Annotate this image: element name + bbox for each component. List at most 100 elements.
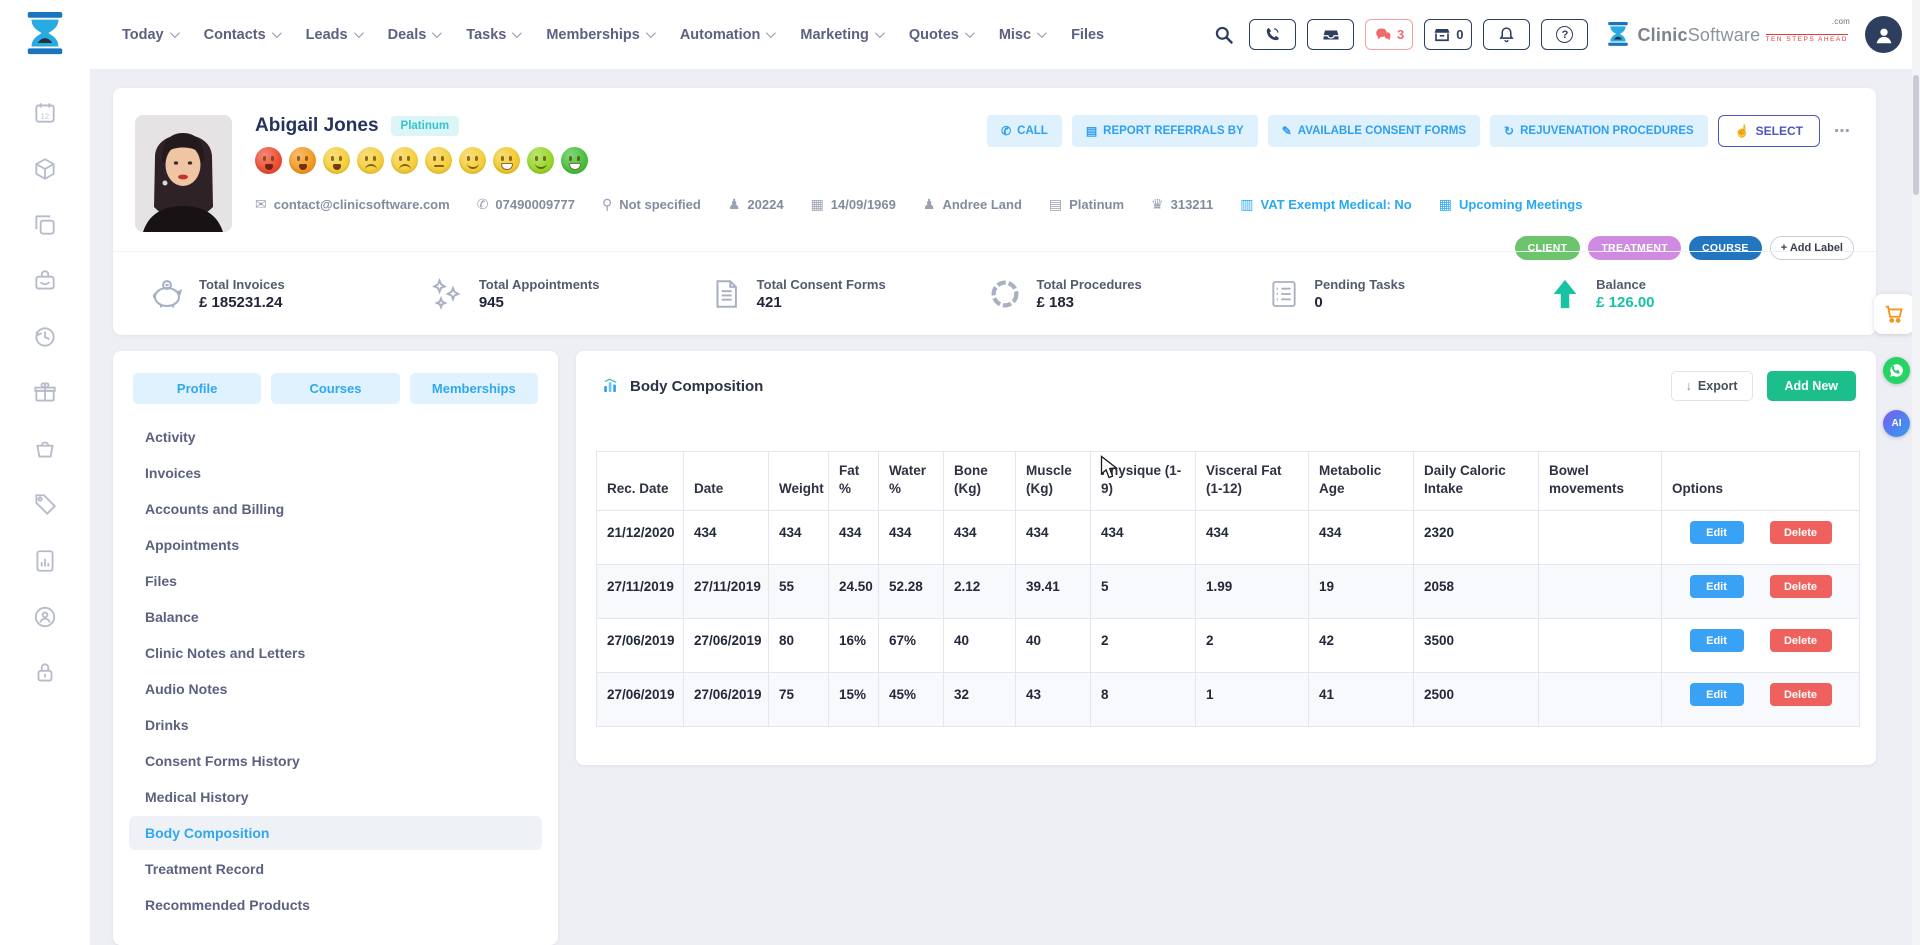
sidebar-menu-item[interactable]: Medical History <box>129 780 542 814</box>
sidebar-menu-item[interactable]: Recommended Products <box>129 888 542 922</box>
logo-tagline: TEN STEPS AHEAD <box>1766 34 1848 43</box>
sidebar-menu-item[interactable]: Consent Forms History <box>129 744 542 778</box>
sidebar-menu-item[interactable]: Clinic Notes and Letters <box>129 636 542 670</box>
chat-count-badge: 3 <box>1397 27 1404 42</box>
chat-button[interactable]: 3 <box>1365 19 1413 50</box>
column-header: Options <box>1662 452 1860 511</box>
user-avatar[interactable] <box>1865 16 1902 53</box>
cart-icon[interactable] <box>32 436 58 462</box>
basket-button[interactable]: 0 <box>1424 19 1472 50</box>
mood-face-icon[interactable] <box>323 147 350 174</box>
chevron-down-icon <box>646 28 656 38</box>
help-button[interactable]: ? <box>1541 19 1588 50</box>
edit-button[interactable]: Edit <box>1690 629 1744 652</box>
delete-button[interactable]: Delete <box>1770 683 1832 706</box>
sidebar-menu-item[interactable]: Files <box>129 564 542 598</box>
contact-value: contact@clinicsoftware.com <box>274 197 450 212</box>
document-icon <box>709 277 743 311</box>
ai-assistant-widget[interactable]: AI <box>1883 410 1910 437</box>
calendar-icon[interactable]: 12 <box>32 100 58 126</box>
mood-face-icon[interactable] <box>561 147 588 174</box>
case-icon[interactable] <box>32 268 58 294</box>
sidebar-menu-item[interactable]: Body Composition <box>129 816 542 850</box>
mood-face-icon[interactable] <box>425 147 452 174</box>
dialer-button[interactable] <box>1249 19 1296 50</box>
sidebar-menu-item[interactable]: Treatment Record <box>129 852 542 886</box>
whatsapp-widget[interactable] <box>1883 357 1910 384</box>
inbox-button[interactable] <box>1307 19 1354 50</box>
search-icon[interactable] <box>1214 25 1234 45</box>
mood-face-icon[interactable] <box>527 147 554 174</box>
support-icon[interactable] <box>32 604 58 630</box>
sidebar-menu-item[interactable]: Drinks <box>129 708 542 742</box>
scrollbar-thumb[interactable] <box>1913 75 1919 195</box>
cell-water: 434 <box>879 511 944 565</box>
tier-badge: Platinum <box>391 116 460 136</box>
cell-options: Edit Delete <box>1662 619 1860 673</box>
add-new-button[interactable]: Add New <box>1767 371 1856 401</box>
cart-icon <box>1883 303 1905 325</box>
person-icon <box>1873 24 1895 46</box>
edit-button[interactable]: Edit <box>1690 683 1744 706</box>
export-button[interactable]: ↓ Export <box>1671 371 1753 401</box>
gift-icon[interactable] <box>32 380 58 406</box>
patient-contact-row: ✉ contact@clinicsoftware.com ✆ 074900097… <box>255 196 1852 213</box>
report-icon[interactable]: ▤ REPORT REFERRALS BY <box>1072 115 1258 147</box>
cell-caloric-intake: 2320 <box>1414 511 1539 565</box>
cell-bone: 40 <box>944 619 1016 673</box>
sidebar-tab[interactable]: Courses <box>271 373 399 404</box>
sidebar-menu-item[interactable]: Appointments <box>129 528 542 562</box>
consent-forms-icon[interactable]: ✎ AVAILABLE CONSENT FORMS <box>1268 115 1480 147</box>
lock-icon[interactable] <box>32 660 58 686</box>
nav-item[interactable]: Marketing <box>800 27 882 43</box>
copy-icon[interactable] <box>32 212 58 238</box>
cart-widget[interactable] <box>1874 294 1914 334</box>
sidebar-tab[interactable]: Profile <box>133 373 261 404</box>
nav-item[interactable]: Leads <box>306 27 361 43</box>
sidebar-menu-item[interactable]: Balance <box>129 600 542 634</box>
nav-item[interactable]: Quotes <box>909 27 972 43</box>
more-options-button[interactable]: ⋯ <box>1830 121 1856 141</box>
packages-icon[interactable] <box>32 156 58 182</box>
sidebar-tab[interactable]: Memberships <box>410 373 538 404</box>
bell-icon <box>1498 26 1515 43</box>
history-icon[interactable] <box>32 324 58 350</box>
sidebar-menu-item[interactable]: Invoices <box>129 456 542 490</box>
mood-face-icon[interactable] <box>289 147 316 174</box>
nav-item[interactable]: Deals <box>388 27 440 43</box>
delete-button[interactable]: Delete <box>1770 521 1832 544</box>
nav-item[interactable]: Memberships <box>546 27 652 43</box>
nav-item-label: Automation <box>680 27 761 43</box>
rejuvenation-icon[interactable]: ↻ REJUVENATION PROCEDURES <box>1490 115 1708 147</box>
sidebar-menu-item[interactable]: Activity <box>129 420 542 454</box>
mood-face-icon[interactable] <box>493 147 520 174</box>
sidebar-menu-item[interactable]: Accounts and Billing <box>129 492 542 526</box>
basket-icon <box>1433 26 1451 44</box>
edit-button[interactable]: Edit <box>1690 521 1744 544</box>
mood-face-icon[interactable] <box>391 147 418 174</box>
edit-button[interactable]: Edit <box>1690 575 1744 598</box>
select-button[interactable]: ☝ SELECT <box>1718 115 1820 147</box>
mood-face-icon[interactable] <box>255 147 282 174</box>
nav-item[interactable]: Tasks <box>466 27 519 43</box>
call-icon[interactable]: ✆ CALL <box>987 115 1062 147</box>
cell-weight: 55 <box>769 565 829 619</box>
nav-item[interactable]: Automation <box>680 27 774 43</box>
app-logo[interactable] <box>22 10 68 60</box>
cell-weight: 80 <box>769 619 829 673</box>
contact-value: 20224 <box>747 197 783 212</box>
report-chart-icon[interactable] <box>32 548 58 574</box>
delete-button[interactable]: Delete <box>1770 575 1832 598</box>
sidebar-menu: Activity Invoices Accounts and Billing A… <box>113 420 558 922</box>
tag-icon[interactable] <box>32 492 58 518</box>
nav-item-label: Memberships <box>546 27 639 43</box>
mood-face-icon[interactable] <box>459 147 486 174</box>
sidebar-menu-item[interactable]: Audio Notes <box>129 672 542 706</box>
mood-face-icon[interactable] <box>357 147 384 174</box>
nav-item[interactable]: Contacts <box>204 27 279 43</box>
nav-item[interactable]: Today <box>122 27 177 43</box>
nav-item[interactable]: Files <box>1071 27 1104 43</box>
notifications-button[interactable] <box>1483 19 1530 50</box>
delete-button[interactable]: Delete <box>1770 629 1832 652</box>
nav-item[interactable]: Misc <box>999 27 1044 43</box>
